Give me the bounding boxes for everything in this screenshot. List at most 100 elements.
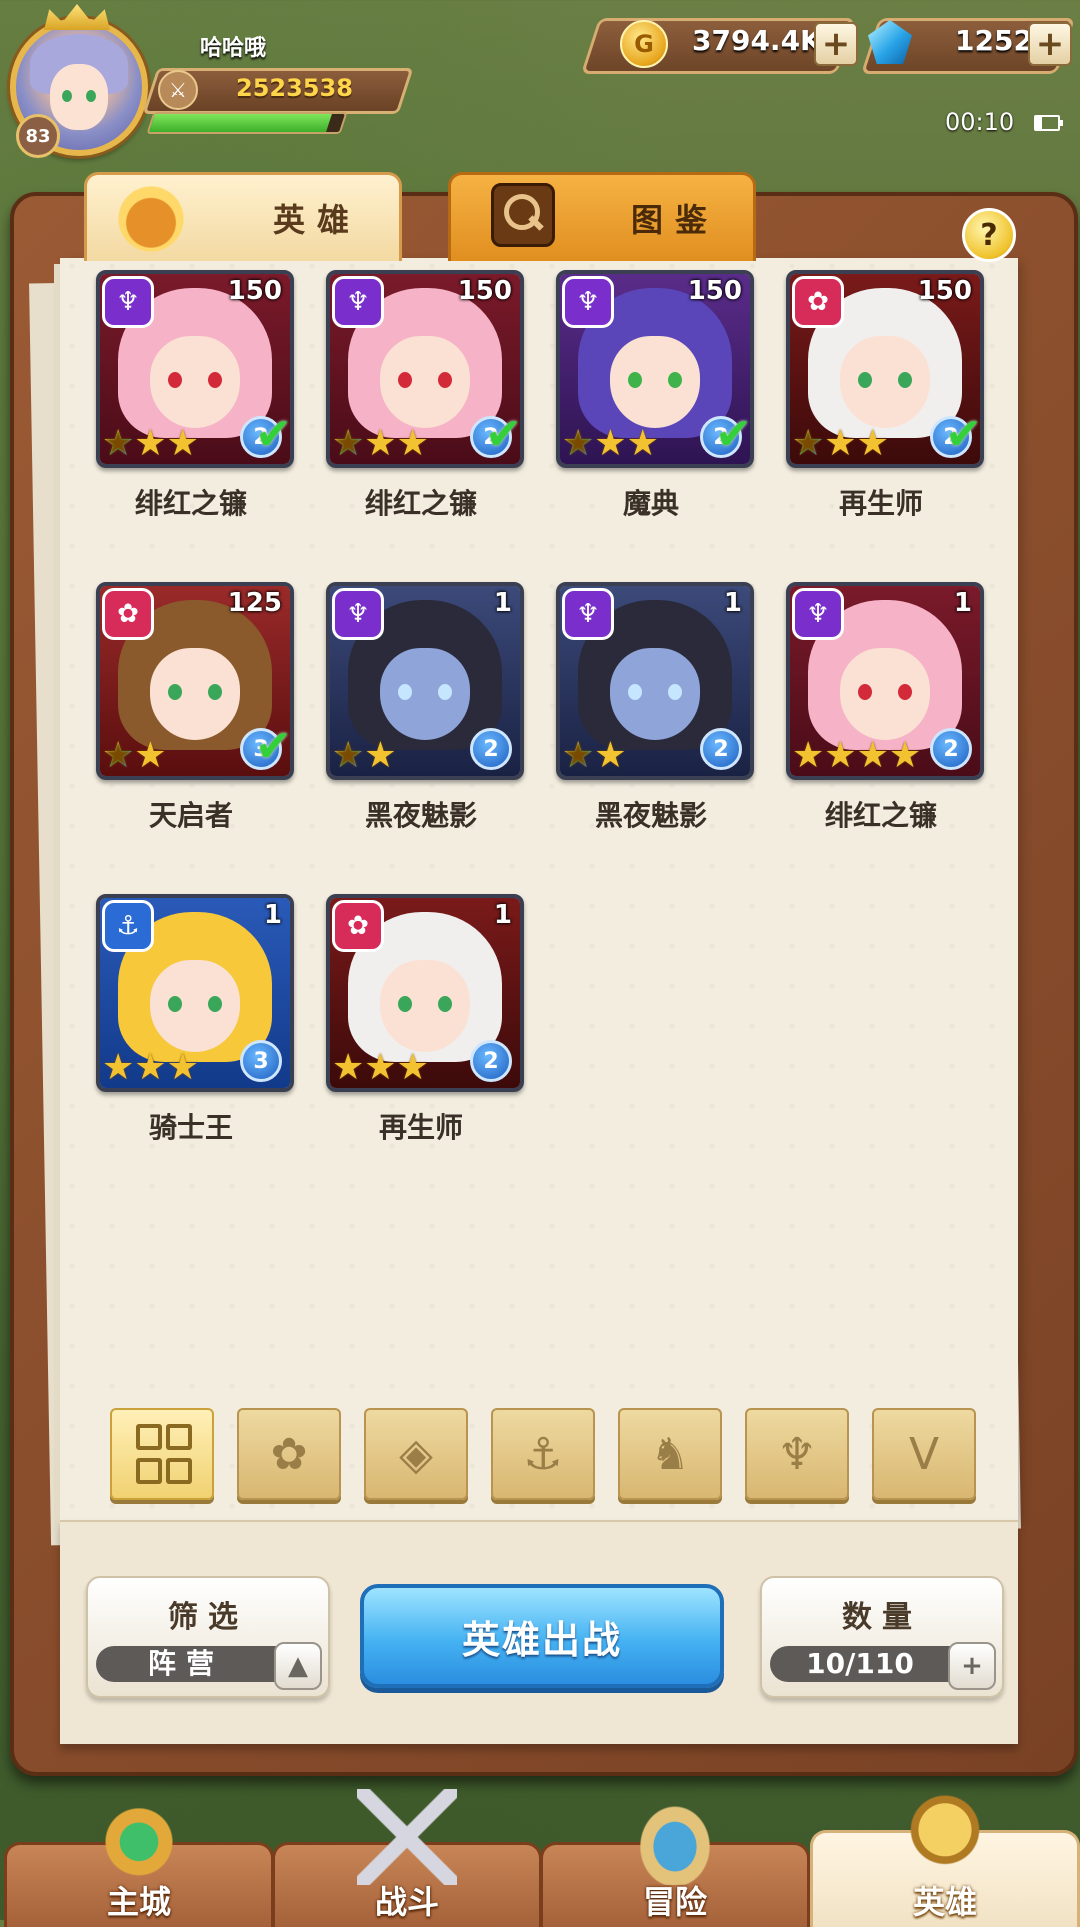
add-gold-button[interactable]: + (814, 22, 858, 66)
star-icon: ★ (888, 735, 922, 776)
checkmark-icon: ✔ (255, 409, 292, 460)
deploy-heroes-button[interactable]: 英雄出战 (360, 1584, 724, 1688)
nav-label: 英雄 (912, 1883, 977, 1921)
hero-count-control: 数量 10/110 + (760, 1576, 1004, 1698)
faction-filter-anchor-faction[interactable]: ⚓ (491, 1408, 595, 1500)
tab-heroes-label: 英雄 (273, 201, 362, 239)
faction-filter-flame-faction[interactable]: ✿ (237, 1408, 341, 1500)
star-icon: ★ (102, 1047, 135, 1088)
count-value: 10/110 (806, 1647, 914, 1680)
add-gems-button[interactable]: + (1028, 22, 1072, 66)
hero-portrait-frame: ♆ 1 ★ ★ ★ ★ 2 (786, 582, 984, 780)
nav-tab-3[interactable]: 英雄 (810, 1777, 1080, 1927)
star-icon: ★ (594, 735, 627, 776)
faction-filter-horns-faction[interactable]: ♆ (745, 1408, 849, 1500)
nav-tab-1[interactable]: 战斗 (272, 1789, 542, 1927)
hero-portrait-frame: ♆ 1 ★ ★ 2 (326, 582, 524, 780)
gold-value: 3794.4K (692, 24, 822, 57)
star-icon: ★ (134, 1047, 167, 1088)
hero-portrait-frame: ♆ 150 ★ ★ ★ 2 ✔ (556, 270, 754, 468)
filter-title: 筛选 (168, 1600, 248, 1635)
player-level-badge: 83 (16, 114, 60, 158)
expand-filter-button[interactable]: ▲ (274, 1642, 322, 1690)
hero-level: 1 (263, 900, 282, 930)
star-icon: ★ (856, 735, 889, 776)
hero-portrait-frame: ♆ 150 ★ ★ ★ 2 ✔ (96, 270, 294, 468)
help-button[interactable]: ? (962, 208, 1016, 262)
hero-card[interactable]: ✿ 125 ★ ★ 3 ✔ 天启者 (96, 582, 294, 834)
wings-faction-icon: V (908, 1428, 940, 1480)
player-name: 哈哈哦 (200, 36, 267, 61)
hero-stars: ★ ★ ★ (102, 1050, 199, 1086)
tab-codex[interactable]: 图鉴 (448, 172, 756, 261)
checkmark-icon: ✔ (715, 409, 752, 460)
hero-card[interactable]: ♆ 1 ★ ★ ★ ★ 2 绯红之镰 (786, 582, 984, 834)
hero-name: 天启者 (148, 799, 233, 832)
nav-tab-2[interactable]: 冒险 (540, 1789, 810, 1927)
hero-name: 绯红之镰 (134, 487, 247, 520)
star-icon: ★ (824, 423, 857, 464)
star-icon: ★ (332, 1047, 365, 1088)
rainbow-star-icon: ★ (562, 735, 595, 776)
hero-name: 魔典 (622, 487, 679, 520)
hero-stars: ★ ★ ★ (102, 426, 199, 462)
hero-card[interactable]: ♆ 150 ★ ★ ★ 2 ✔ 绯红之镰 (326, 270, 524, 522)
hero-stars: ★ ★ (102, 738, 167, 774)
nav-tab-0[interactable]: 主城 (4, 1789, 274, 1927)
filter-value: 阵营 (147, 1647, 224, 1680)
star-icon: ★ (166, 1047, 199, 1088)
hero-portrait-frame: ⚓ 1 ★ ★ ★ 3 (96, 894, 294, 1092)
hero-name: 绯红之镰 (364, 487, 477, 520)
hero-name: 黑夜魅影 (594, 799, 707, 832)
hero-grade-badge: 3 (240, 1040, 282, 1082)
hero-grade-badge: 2 (470, 728, 512, 770)
filter-selector[interactable]: 阵营 ▲ (96, 1642, 322, 1690)
dark-faction-icon: ♆ (792, 588, 844, 640)
star-icon: ★ (134, 423, 167, 464)
hero-grade-badge: 2 (470, 1040, 512, 1082)
star-icon: ★ (856, 423, 889, 464)
fire-faction-icon: ✿ (102, 588, 154, 640)
expand-capacity-button[interactable]: + (948, 1642, 996, 1690)
count-title: 数量 (842, 1600, 922, 1635)
hero-card[interactable]: ♆ 150 ★ ★ ★ 2 ✔ 绯红之镰 (96, 270, 294, 522)
map-icon (625, 1789, 725, 1885)
hero-card[interactable]: ⚓ 1 ★ ★ ★ 3 骑士王 (96, 894, 294, 1146)
clock: 00:10 (945, 108, 1015, 136)
horns-faction-icon: ♆ (777, 1428, 817, 1480)
filter-control: 筛选 阵营 ▲ (86, 1576, 330, 1698)
checkmark-icon: ✔ (255, 721, 292, 772)
dark-faction-icon: ♆ (562, 588, 614, 640)
hero-level: 150 (687, 276, 742, 306)
hero-card[interactable]: ✿ 150 ★ ★ ★ 2 ✔ 再生师 (786, 270, 984, 522)
rainbow-star-icon: ★ (332, 735, 365, 776)
faction-filter-beast-faction[interactable]: ♞ (618, 1408, 722, 1500)
nav-label: 主城 (106, 1883, 171, 1921)
faction-filter-all-grid[interactable] (110, 1408, 214, 1500)
faction-filter-wings-faction[interactable]: V (872, 1408, 976, 1500)
gem-value: 1252 (955, 24, 1033, 57)
hero-stars: ★ ★ (332, 738, 397, 774)
hero-helmet-icon (895, 1777, 995, 1873)
hero-name: 再生师 (378, 1111, 463, 1144)
hero-portrait-frame: ✿ 125 ★ ★ 3 ✔ (96, 582, 294, 780)
hero-level: 1 (953, 588, 972, 618)
hero-card[interactable]: ♆ 150 ★ ★ ★ 2 ✔ 魔典 (556, 270, 754, 522)
dark-faction-icon: ♆ (332, 588, 384, 640)
flame-faction-icon: ✿ (270, 1428, 308, 1480)
water-faction-icon: ⚓ (102, 900, 154, 952)
faction-filter-diamond-faction[interactable]: ◈ (364, 1408, 468, 1500)
star-icon: ★ (626, 423, 659, 464)
player-avatar[interactable]: 83 (4, 4, 154, 158)
helmet-icon (107, 181, 195, 257)
dark-faction-icon: ♆ (102, 276, 154, 328)
star-icon: ★ (396, 1047, 429, 1088)
hero-portrait-frame: ✿ 150 ★ ★ ★ 2 ✔ (786, 270, 984, 468)
hero-card[interactable]: ♆ 1 ★ ★ 2 黑夜魅影 (556, 582, 754, 834)
crossed-swords-icon (357, 1789, 457, 1885)
rainbow-star-icon: ★ (792, 423, 825, 464)
hero-card[interactable]: ♆ 1 ★ ★ 2 黑夜魅影 (326, 582, 524, 834)
hero-card[interactable]: ✿ 1 ★ ★ ★ 2 再生师 (326, 894, 524, 1146)
tab-heroes[interactable]: 英雄 (84, 172, 402, 261)
hero-name: 骑士王 (148, 1111, 233, 1144)
